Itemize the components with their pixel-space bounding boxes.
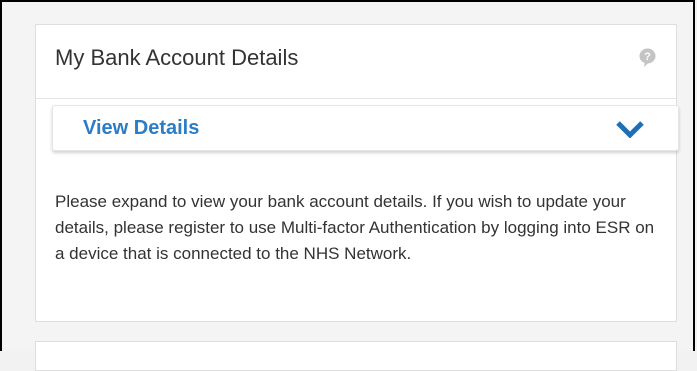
bank-account-card: My Bank Account Details ? View Details P…: [35, 24, 679, 322]
next-card: [35, 341, 677, 371]
speech-bubble-help-icon[interactable]: ?: [639, 48, 656, 68]
card-title: My Bank Account Details: [55, 45, 299, 70]
card-header: My Bank Account Details ?: [36, 25, 676, 99]
chevron-down-icon[interactable]: [615, 120, 645, 139]
bank-details-description: Please expand to view your bank account …: [55, 192, 655, 263]
view-details-accordion[interactable]: View Details: [52, 105, 679, 151]
view-details-label: View Details: [83, 117, 200, 139]
svg-text:?: ?: [644, 51, 651, 63]
window-frame: My Bank Account Details ? View Details P…: [0, 0, 695, 371]
